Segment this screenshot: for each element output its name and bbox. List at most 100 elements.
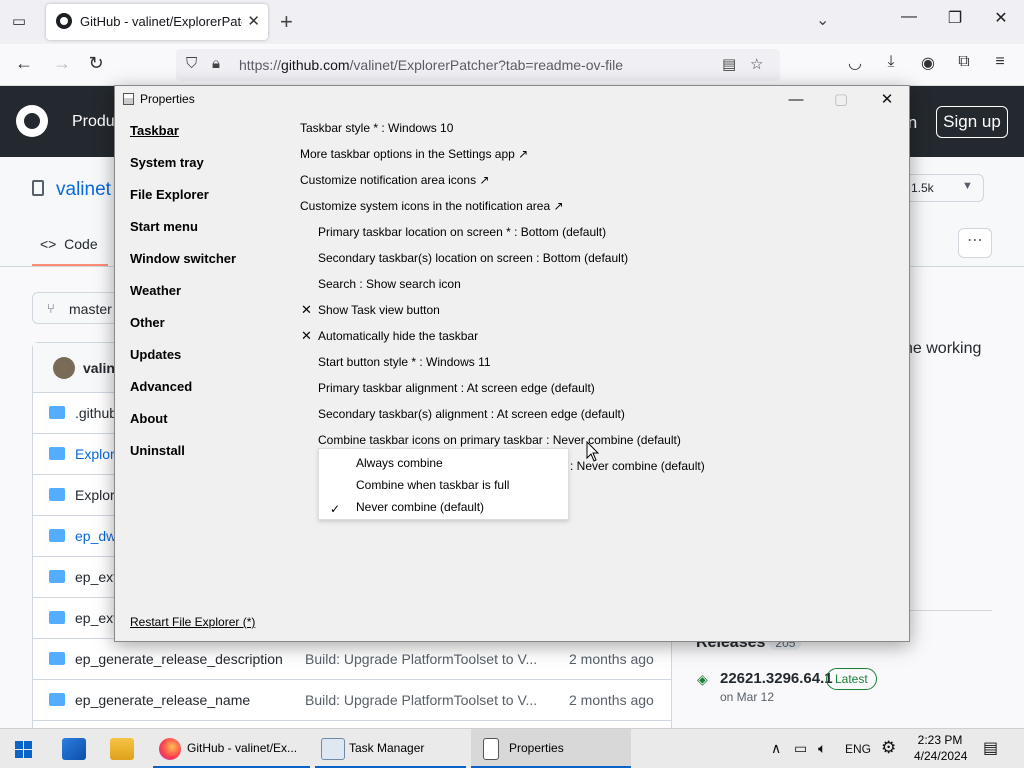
checkbox-checked-icon[interactable]: ✕ [301, 328, 312, 344]
github-favicon-icon [56, 13, 72, 29]
active-tab-underline [32, 264, 108, 266]
folder-icon [49, 693, 65, 706]
maximize-window-icon[interactable]: ❐ [943, 8, 967, 28]
combine-options-dropdown: Always combine Combine when taskbar is f… [318, 448, 569, 520]
language-indicator[interactable]: ENG [845, 742, 871, 756]
table-row[interactable]: ep_generate_release_description Build: Up… [33, 639, 671, 680]
nav-system-tray[interactable]: System tray [130, 155, 204, 170]
setting-search[interactable]: Search : Show search icon [318, 277, 461, 291]
nav-updates[interactable]: Updates [130, 347, 181, 362]
nav-other[interactable]: Other [130, 315, 165, 330]
product-menu[interactable]: Produ [72, 113, 115, 131]
minimize-window-icon[interactable]: — [897, 8, 921, 26]
lock-icon[interactable]: 🔒︎ [212, 55, 220, 72]
tab-list-icon[interactable]: ▭ [8, 12, 30, 32]
list-all-tabs-icon[interactable]: ⌄ [816, 10, 829, 30]
properties-app-icon [483, 738, 499, 760]
extensions-icon[interactable]: ⧉ [953, 53, 975, 71]
nav-start-menu[interactable]: Start menu [130, 219, 198, 234]
branch-icon: ⑂ [47, 301, 55, 316]
tag-icon: ◈ [697, 671, 708, 687]
close-window-icon[interactable]: ✕ [989, 8, 1013, 28]
setting-auto-hide-taskbar[interactable]: Automatically hide the taskbar [318, 329, 478, 343]
nav-window-switcher[interactable]: Window switcher [130, 251, 236, 266]
task-manager-icon [321, 738, 345, 760]
nav-taskbar[interactable]: Taskbar [130, 123, 179, 138]
commit-message[interactable]: Build: Upgrade PlatformToolset to V... [305, 651, 537, 667]
network-icon[interactable]: ▭ [794, 740, 807, 757]
taskbar-button-label: Properties [509, 741, 564, 755]
more-options-icon[interactable]: ⋯ [958, 228, 992, 258]
setting-show-task-view-button[interactable]: Show Task view button [318, 303, 440, 317]
setting-system-icons-link[interactable]: Customize system icons in the notificati… [300, 199, 564, 213]
setting-more-taskbar-options-link[interactable]: More taskbar options in the Settings app… [300, 147, 528, 161]
setting-notification-area-icons-link[interactable]: Customize notification area icons ↗ [300, 173, 489, 187]
commit-author[interactable]: valin [83, 360, 115, 376]
repo-owner-link[interactable]: valinet [56, 179, 111, 201]
taskbar-button-firefox[interactable]: GitHub - valinet/Ex... [153, 729, 310, 768]
mouse-cursor-icon [586, 440, 600, 463]
taskbar-button-task-manager[interactable]: Task Manager [315, 729, 466, 768]
nav-advanced[interactable]: Advanced [130, 379, 192, 394]
folder-icon [49, 406, 65, 419]
url-text[interactable]: https://github.com/valinet/ExplorerPatch… [239, 57, 623, 73]
setting-secondary-taskbar-location[interactable]: Secondary taskbar(s) location on screen … [318, 251, 628, 265]
nav-uninstall[interactable]: Uninstall [130, 443, 185, 458]
avatar[interactable] [53, 357, 75, 379]
dialog-close-icon[interactable]: ✕ [869, 88, 905, 112]
forward-icon[interactable]: → [50, 53, 74, 74]
checkbox-checked-icon[interactable]: ✕ [301, 302, 312, 318]
nav-about[interactable]: About [130, 411, 168, 426]
file-name[interactable]: ep_generate_release_name [75, 692, 250, 708]
show-hidden-icons-icon[interactable]: ∧ [771, 740, 781, 757]
menu-item-combine-when-full[interactable]: Combine when taskbar is full [356, 478, 509, 492]
restart-file-explorer-link[interactable]: Restart File Explorer (*) [130, 615, 255, 629]
sign-up-button[interactable]: Sign up [936, 106, 1008, 138]
nav-file-explorer[interactable]: File Explorer [130, 187, 209, 202]
setting-primary-taskbar-alignment[interactable]: Primary taskbar alignment : At screen ed… [318, 381, 595, 395]
reader-view-icon[interactable]: ▤ [722, 55, 736, 73]
account-icon[interactable]: ◉ [917, 53, 939, 73]
file-explorer-icon[interactable] [110, 738, 134, 760]
menu-item-always-combine[interactable]: Always combine [356, 456, 443, 470]
url-bar[interactable]: ⛉ 🔒︎ https://github.com/valinet/Explorer… [176, 49, 780, 81]
commit-message[interactable]: Build: Upgrade PlatformToolset to V... [305, 692, 537, 708]
setting-primary-taskbar-location[interactable]: Primary taskbar location on screen * : B… [318, 225, 606, 239]
back-icon[interactable]: ← [12, 53, 36, 74]
setting-taskbar-style[interactable]: Taskbar style * : Windows 10 [300, 121, 453, 135]
menu-item-never-combine[interactable]: Never combine (default) [356, 500, 484, 514]
downloads-icon[interactable]: ⤓ [880, 53, 902, 71]
file-name[interactable]: ep_ext [75, 610, 117, 626]
star-dropdown-icon[interactable]: ▼ [962, 180, 973, 192]
setting-secondary-taskbar-alignment[interactable]: Secondary taskbar(s) alignment : At scre… [318, 407, 625, 421]
settings-gear-icon[interactable]: ⚙ [881, 738, 896, 758]
branch-selector[interactable]: ⑂ master [32, 292, 124, 324]
github-logo-icon[interactable] [16, 105, 48, 137]
file-name[interactable]: .github [75, 405, 117, 421]
release-version[interactable]: 22621.3296.64.1 [720, 670, 833, 687]
setting-combine-primary-taskbar[interactable]: Combine taskbar icons on primary taskbar… [318, 433, 681, 447]
nav-weather[interactable]: Weather [130, 283, 181, 298]
bookmark-star-icon[interactable]: ☆ [750, 55, 763, 73]
dialog-minimize-icon[interactable]: — [778, 88, 814, 112]
app-menu-icon[interactable]: ≡ [989, 53, 1011, 71]
file-name[interactable]: ep_dw [75, 528, 116, 544]
browser-tab-github[interactable]: GitHub - valinet/ExplorerPatch ✕ [46, 4, 268, 40]
reload-icon[interactable]: ↻ [84, 53, 108, 74]
table-row[interactable]: ep_generate_release_name Build: Upgrade P… [33, 680, 671, 721]
taskbar-button-properties[interactable]: Properties [471, 729, 631, 768]
volume-icon[interactable]: 🔈︎ [818, 740, 826, 757]
file-name[interactable]: ep_generate_release_description [75, 651, 283, 667]
clock[interactable]: 2:23 PM 4/24/2024 [914, 732, 967, 764]
store-icon[interactable] [62, 738, 86, 760]
pocket-icon[interactable]: ◡ [844, 53, 866, 73]
tracking-protection-icon[interactable]: ⛉ [186, 55, 197, 72]
new-tab-icon[interactable]: + [280, 9, 293, 35]
file-name[interactable]: ep_ext [75, 569, 117, 585]
setting-start-button-style[interactable]: Start button style * : Windows 11 [318, 355, 491, 369]
windows-start-icon[interactable] [15, 741, 32, 758]
dialog-maximize-icon: ▢ [833, 91, 849, 108]
notifications-icon[interactable]: ▤ [983, 738, 998, 758]
tab-code[interactable]: <> Code [40, 236, 98, 252]
tab-close-icon[interactable]: ✕ [247, 12, 260, 30]
